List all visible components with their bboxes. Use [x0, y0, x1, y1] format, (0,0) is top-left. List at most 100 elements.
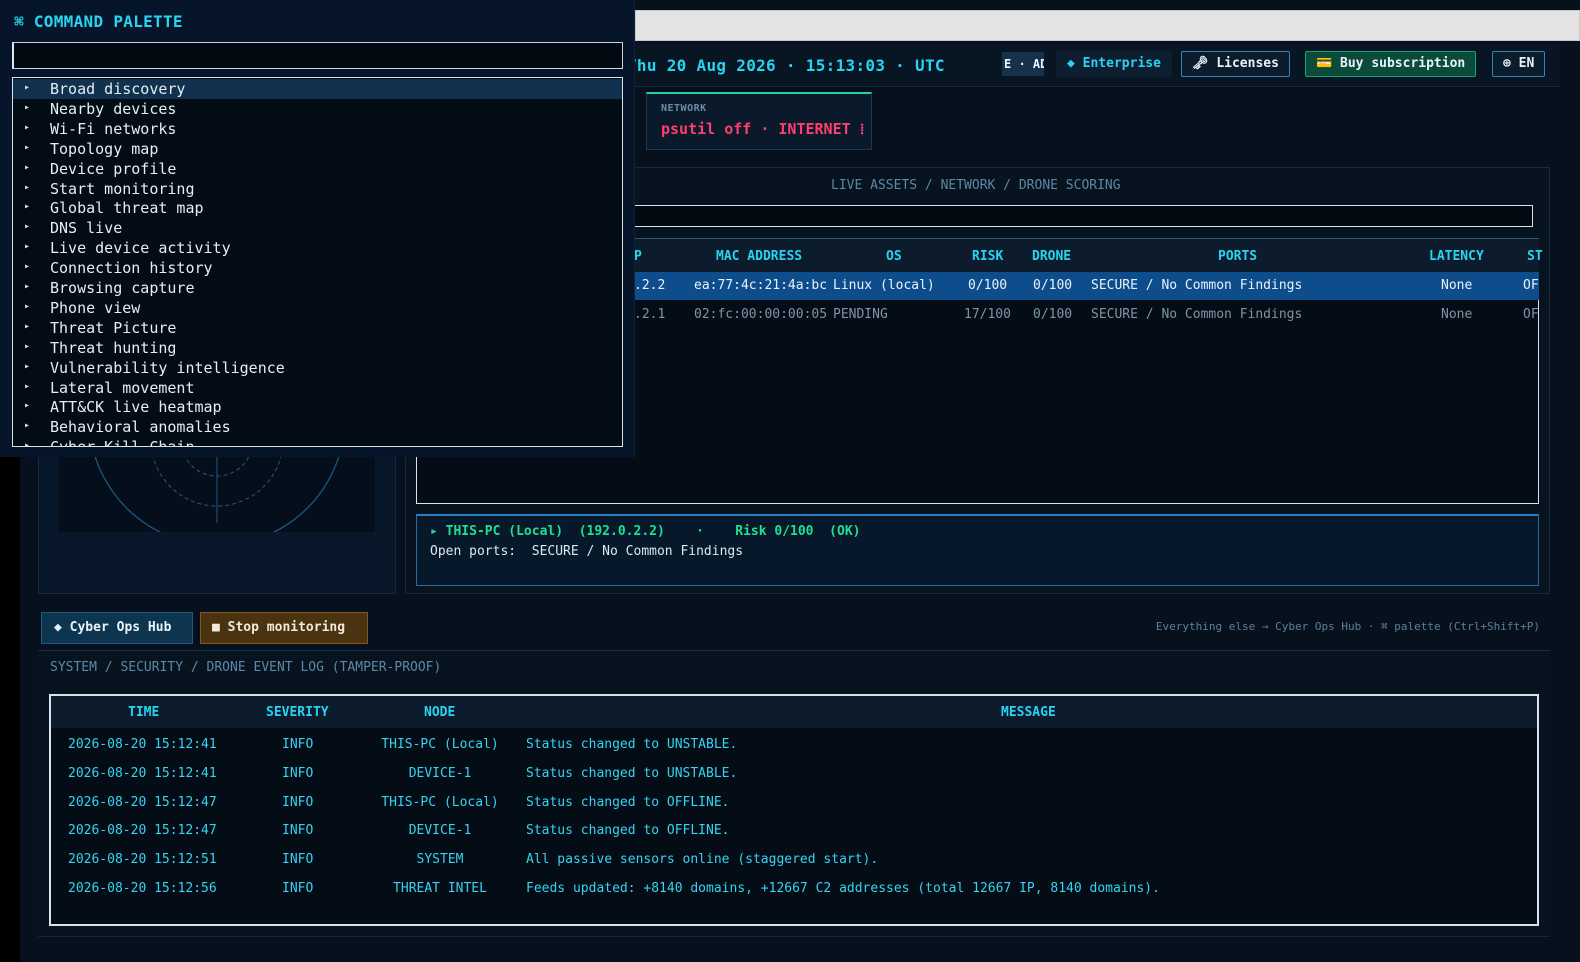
log-row[interactable]: 2026-08-20 15:12:51 INFO SYSTEM All passive… [51, 847, 1537, 876]
log-severity: INFO [282, 737, 314, 752]
palette-search-input[interactable] [12, 42, 623, 69]
log-node: DEVICE-1 [408, 765, 472, 781]
licenses-button[interactable]: 🗝 Licenses [1181, 51, 1290, 77]
enterprise-button[interactable]: ◆ Enterprise [1056, 51, 1172, 77]
log-severity: INFO [282, 765, 314, 781]
palette-item-label: Behavioral anomalies [50, 418, 231, 437]
palette-item-label: DNS live [50, 219, 123, 238]
asset-drone: 0/100 [1033, 278, 1073, 293]
palette-title: ⌘ COMMAND PALETTE [14, 12, 183, 31]
palette-item[interactable]: ▸ Global threat map [13, 198, 622, 218]
col-mac[interactable]: MAC ADDRESS [716, 249, 802, 264]
palette-item-label: Topology map [50, 139, 159, 158]
caret-right-icon: ▸ [24, 82, 31, 93]
asset-ip: .2.1 [634, 307, 666, 322]
palette-item[interactable]: ▸ Behavioral anomalies [13, 417, 622, 437]
caret-right-icon: ▸ [24, 300, 31, 312]
palette-item[interactable]: ▸ Phone view [13, 298, 622, 318]
asset-detail-ports: Open ports: SECURE / No Common Findings [430, 544, 744, 559]
log-row[interactable]: 2026-08-20 15:12:47 INFO THIS-PC (Local) St… [51, 790, 1537, 819]
asset-row[interactable]: .2.1 02:fc:00:00:00:05 PENDING 17/100 0/… [620, 301, 1539, 329]
caret-right-icon: ▸ [24, 440, 31, 447]
command-palette: ⌘ COMMAND PALETTE ▸ Broad discovery ▸ Nearb… [0, 0, 635, 457]
col-node[interactable]: NODE [424, 705, 455, 720]
col-latency[interactable]: LATENCY [1429, 249, 1484, 264]
log-row[interactable]: 2026-08-20 15:12:56 INFO THREAT INTEL Feeds… [51, 876, 1537, 905]
col-drone[interactable]: DRONE [1032, 249, 1071, 264]
log-node: THREAT INTEL [393, 881, 487, 896]
asset-row[interactable]: .2.2 ea:77:4c:21:4a:bc Linux (local) 0/1… [620, 272, 1539, 300]
palette-item-label: Nearby devices [50, 99, 177, 118]
log-node: THIS-PC (Local) [381, 794, 499, 810]
palette-item[interactable]: ▸ Connection history [13, 258, 622, 278]
asset-drone: 0/100 [1033, 307, 1073, 322]
palette-item[interactable]: ▸ ATT&CK live heatmap [13, 397, 622, 417]
asset-latency: None [1441, 278, 1473, 293]
log-severity: INFO [282, 852, 314, 868]
col-time[interactable]: TIME [128, 705, 159, 720]
log-time: 2026-08-20 15:12:47 [68, 823, 217, 839]
palette-item[interactable]: ▸ Broad discovery [13, 79, 622, 99]
asset-ip: .2.2 [634, 278, 666, 293]
asset-ports: SECURE / No Common Findings [1091, 307, 1303, 322]
palette-item-label: Cyber Kill Chain [50, 438, 195, 446]
cyber-ops-hub-button[interactable]: ◆ Cyber Ops Hub [41, 612, 193, 644]
asset-ports: SECURE / No Common Findings [1091, 278, 1303, 293]
caret-right-icon: ▸ [24, 360, 31, 372]
network-status-card: NETWORK psutil off · INTERNET ⁞ [646, 92, 872, 150]
log-severity: INFO [282, 823, 314, 839]
log-row[interactable]: 2026-08-20 15:12:41 INFO THIS-PC (Local) St… [51, 732, 1537, 761]
caret-right-icon: ▸ [24, 320, 31, 332]
caret-right-icon: ▸ [24, 281, 31, 292]
palette-item[interactable]: ▸ Threat Picture [13, 318, 622, 338]
col-os[interactable]: OS [886, 249, 902, 264]
palette-item-label: Phone view [50, 298, 141, 317]
col-ip[interactable]: P [634, 249, 642, 264]
caret-right-icon: ▸ [24, 420, 31, 432]
log-time: 2026-08-20 15:12:47 [68, 794, 217, 810]
palette-item[interactable]: ▸ Cyber Kill Chain [13, 437, 622, 447]
log-time: 2026-08-20 15:12:56 [68, 881, 217, 896]
palette-item[interactable]: ▸ Live device activity [13, 238, 622, 258]
col-risk[interactable]: RISK [972, 249, 1003, 264]
col-severity[interactable]: SEVERITY [266, 705, 329, 720]
col-status[interactable]: ST [1527, 249, 1543, 264]
asset-status: OF [1523, 278, 1539, 293]
buy-subscription-button[interactable]: 💳 Buy subscription [1305, 51, 1477, 77]
title-bar [635, 10, 1580, 41]
log-time: 2026-08-20 15:12:51 [68, 852, 217, 868]
palette-item[interactable]: ▸ Wi-Fi networks [13, 119, 622, 139]
palette-item[interactable]: ▸ Threat hunting [13, 338, 622, 358]
asset-mac: ea:77:4c:21:4a:bc [694, 278, 826, 293]
caret-right-icon: ▸ [24, 380, 31, 392]
log-message: Feeds updated: +8140 domains, +12667 C2 … [526, 881, 1160, 896]
palette-item[interactable]: ▸ Device profile [13, 159, 622, 179]
palette-item[interactable]: ▸ Browsing capture [13, 278, 622, 298]
palette-item-label: Browsing capture [50, 279, 195, 297]
mode-badge: E · AD [1002, 52, 1044, 76]
asset-latency: None [1441, 307, 1473, 322]
palette-item-label: Start monitoring [50, 179, 195, 198]
palette-item-label: Lateral movement [50, 378, 195, 397]
assets-panel-title: LIVE ASSETS / NETWORK / DRONE SCORING [831, 178, 1121, 193]
log-time: 2026-08-20 15:12:41 [68, 765, 217, 781]
assets-filter-input[interactable] [620, 205, 1533, 227]
log-row[interactable]: 2026-08-20 15:12:47 INFO DEVICE-1 Status ch… [51, 818, 1537, 847]
palette-item[interactable]: ▸ Lateral movement [13, 378, 622, 398]
palette-item[interactable]: ▸ Topology map [13, 139, 622, 159]
palette-item[interactable]: ▸ Nearby devices [13, 99, 622, 119]
col-message[interactable]: MESSAGE [1001, 705, 1056, 720]
log-message: Status changed to UNSTABLE. [526, 765, 738, 781]
language-button[interactable]: ⊕ EN [1492, 51, 1546, 77]
palette-item[interactable]: ▸ Start monitoring [13, 179, 622, 199]
palette-item[interactable]: ▸ Vulnerability intelligence [13, 358, 622, 378]
col-ports[interactable]: PORTS [1218, 249, 1257, 264]
asset-detail-summary: ▸ THIS-PC (Local) (192.0.2.2) · Risk 0/1… [430, 524, 861, 539]
log-row[interactable]: 2026-08-20 15:12:41 INFO DEVICE-1 Status ch… [51, 761, 1537, 790]
palette-item[interactable]: ▸ DNS live [13, 218, 622, 238]
palette-item-label: Wi-Fi networks [50, 119, 177, 138]
log-node: THIS-PC (Local) [381, 737, 499, 752]
stop-monitoring-button[interactable]: ■ Stop monitoring [200, 612, 368, 644]
palette-item-label: ATT&CK live heatmap [50, 398, 222, 417]
caret-right-icon: ▸ [24, 201, 31, 213]
